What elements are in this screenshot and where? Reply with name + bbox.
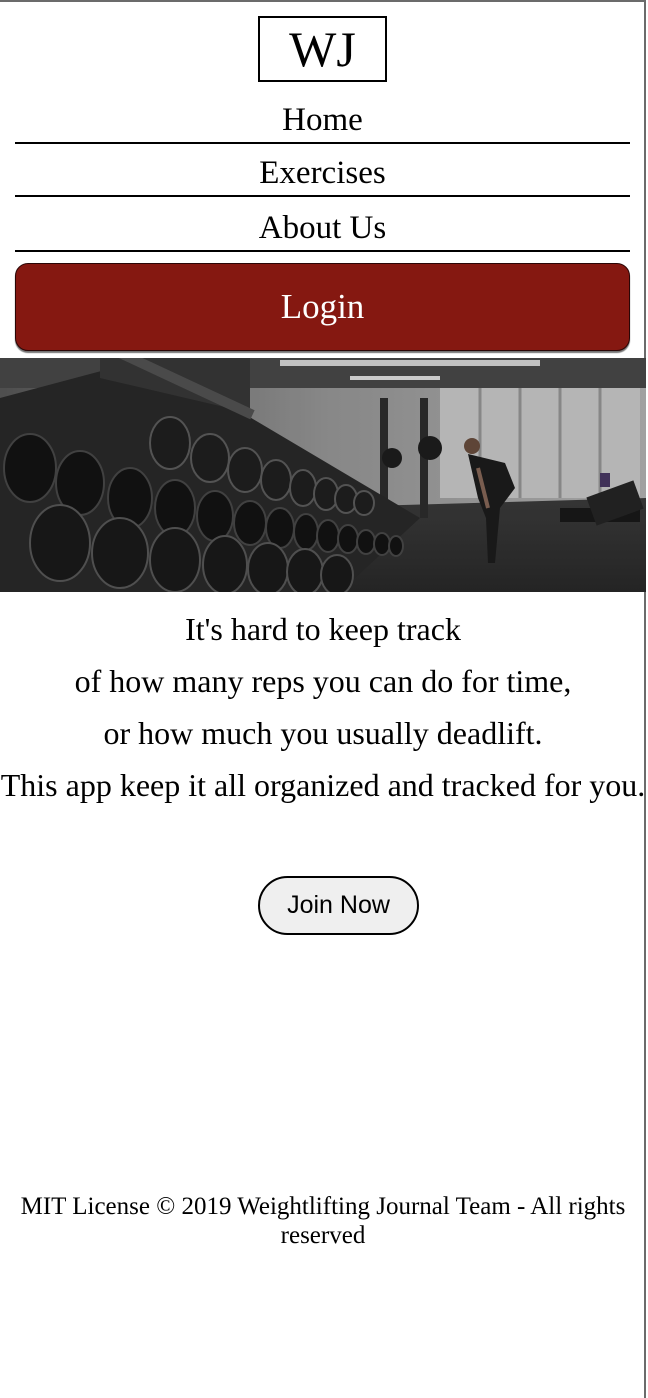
nav-home-link[interactable]: Home <box>15 101 630 144</box>
intro-text: It's hard to keep track of how many reps… <box>0 603 646 811</box>
intro-line-4: This app keep it all organized and track… <box>0 767 646 803</box>
footer-license: MIT License © 2019 Weightlifting Journal… <box>20 1193 626 1249</box>
nav-about-link[interactable]: About Us <box>15 209 630 252</box>
site-logo[interactable]: WJ <box>258 16 387 82</box>
nav-exercises-link[interactable]: Exercises <box>15 154 630 197</box>
intro-line-3: or how much you usually deadlift. <box>103 715 543 751</box>
hero-gym-image <box>0 358 646 592</box>
login-button[interactable]: Login <box>15 263 630 351</box>
intro-line-1: It's hard to keep track <box>185 611 461 647</box>
page: WJ Home Exercises About Us Login It's ha… <box>0 0 646 1398</box>
intro-line-2: of how many reps you can do for time, <box>74 663 572 699</box>
logo-text: WJ <box>289 21 356 77</box>
join-now-button[interactable]: Join Now <box>258 876 419 935</box>
